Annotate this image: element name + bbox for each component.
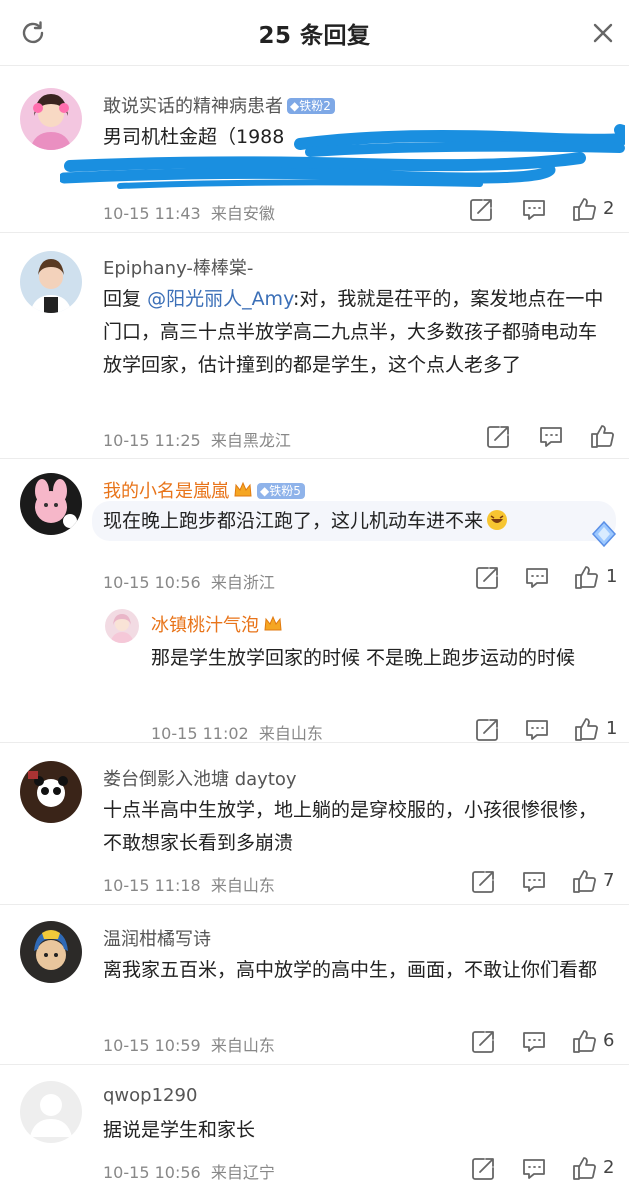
share-icon[interactable] <box>470 1156 496 1182</box>
thumbs-up-icon[interactable] <box>574 716 600 742</box>
mention-link[interactable]: @阳光丽人_Amy <box>147 288 293 310</box>
list-item: qwop1290 据说是学生和家长 10-15 10:56 来自辽宁 2 <box>0 1064 629 1200</box>
avatar[interactable] <box>20 1081 82 1143</box>
share-icon[interactable] <box>485 424 511 450</box>
like-count: 1 <box>606 718 618 739</box>
comment-icon[interactable] <box>524 717 550 743</box>
comment-text: 现在晚上跑步都沿江跑了，这儿机动车进不来 <box>103 505 613 538</box>
thumbs-up-icon[interactable] <box>590 423 616 449</box>
thumbs-up-icon[interactable] <box>572 868 598 894</box>
list-item: 我的小名是嵐嵐 ◆铁粉5 现在晚上跑步都沿江跑了，这儿机动车进不来 10-15 1… <box>0 458 629 743</box>
share-icon[interactable] <box>474 565 500 591</box>
username[interactable]: 我的小名是嵐嵐 ◆铁粉5 <box>103 477 305 503</box>
comment-text: 回复 @阳光丽人_Amy:对，我就是茌平的，案发地点在一中门口，高三十点半放学高… <box>103 288 604 376</box>
comment-meta: 10-15 11:02 来自山东 <box>151 724 323 743</box>
comment-meta: 10-15 11:25 来自黑龙江 <box>103 431 291 450</box>
username[interactable]: 冰镇桃汁气泡 <box>151 611 283 637</box>
avatar[interactable] <box>105 609 139 643</box>
comment-icon[interactable] <box>521 197 547 223</box>
laughing-emoji-icon <box>487 510 508 530</box>
like-count: 2 <box>603 198 615 219</box>
share-icon[interactable] <box>468 197 494 223</box>
thumbs-up-icon[interactable] <box>572 196 598 222</box>
comment-meta: 10-15 11:18 来自山东 <box>103 876 275 895</box>
avatar[interactable] <box>20 761 82 823</box>
avatar[interactable] <box>20 921 82 983</box>
comment-icon[interactable] <box>538 424 564 450</box>
crown-icon <box>234 481 252 497</box>
comment-meta: 10-15 10:56 来自浙江 <box>103 573 275 592</box>
like-count: 6 <box>603 1030 615 1051</box>
comment-text: 那是学生放学回家的时候 不是晚上跑步运动的时候 <box>151 647 576 669</box>
close-icon[interactable] <box>588 18 618 48</box>
redaction-scribble <box>60 124 625 189</box>
share-icon[interactable] <box>470 869 496 895</box>
list-item: 敢说实话的精神病患者 ◆铁粉2 男司机杜金超（1988 10-15 11:43 来… <box>0 66 629 232</box>
avatar[interactable] <box>20 251 82 313</box>
comment-icon[interactable] <box>521 1029 547 1055</box>
header: 25 条回复 <box>0 0 629 66</box>
like-count: 7 <box>603 870 615 891</box>
avatar[interactable] <box>20 473 82 535</box>
like-count: 1 <box>606 566 618 587</box>
thumbs-up-icon[interactable] <box>574 564 600 590</box>
diamond-decoration-icon <box>591 520 617 548</box>
fan-badge: ◆铁粉2 <box>287 98 335 114</box>
username[interactable]: qwop1290 <box>103 1085 197 1106</box>
username[interactable]: 温润柑橘写诗 <box>103 925 211 951</box>
list-item: 娄台倒影入池塘 daytoy 十点半高中生放学，地上躺的是穿校服的，小孩很惨很惨… <box>0 742 629 904</box>
comment-text: 据说是学生和家长 <box>103 1119 256 1141</box>
thumbs-up-icon[interactable] <box>572 1028 598 1054</box>
comment-text: 十点半高中生放学，地上躺的是穿校服的，小孩很惨很惨，不敢想家长看到多崩溃 <box>103 799 598 854</box>
like-count: 2 <box>603 1157 615 1178</box>
comment-meta: 10-15 10:59 来自山东 <box>103 1036 275 1055</box>
comment-icon[interactable] <box>524 565 550 591</box>
comment-text: 离我家五百米，高中放学的高中生，画面，不敢让你们看都 <box>103 959 598 981</box>
share-icon[interactable] <box>474 717 500 743</box>
crown-icon <box>264 615 282 631</box>
username[interactable]: Epiphany-棒棒棠- <box>103 254 253 280</box>
comment-icon[interactable] <box>521 869 547 895</box>
comment-meta: 10-15 11:43 来自安徽 <box>103 204 275 223</box>
username[interactable]: 敢说实话的精神病患者 ◆铁粉2 <box>103 92 335 118</box>
comment-icon[interactable] <box>521 1156 547 1182</box>
username[interactable]: 娄台倒影入池塘 daytoy <box>103 765 297 791</box>
page-title: 25 条回复 <box>258 23 371 49</box>
list-item: 温润柑橘写诗 离我家五百米，高中放学的高中生，画面，不敢让你们看都 10-15 … <box>0 904 629 1064</box>
list-item: Epiphany-棒棒棠- 回复 @阳光丽人_Amy:对，我就是茌平的，案发地点… <box>0 232 629 458</box>
thumbs-up-icon[interactable] <box>572 1155 598 1181</box>
fan-badge: ◆铁粉5 <box>257 483 305 499</box>
share-icon[interactable] <box>470 1029 496 1055</box>
comment-meta: 10-15 10:56 来自辽宁 <box>103 1163 275 1182</box>
